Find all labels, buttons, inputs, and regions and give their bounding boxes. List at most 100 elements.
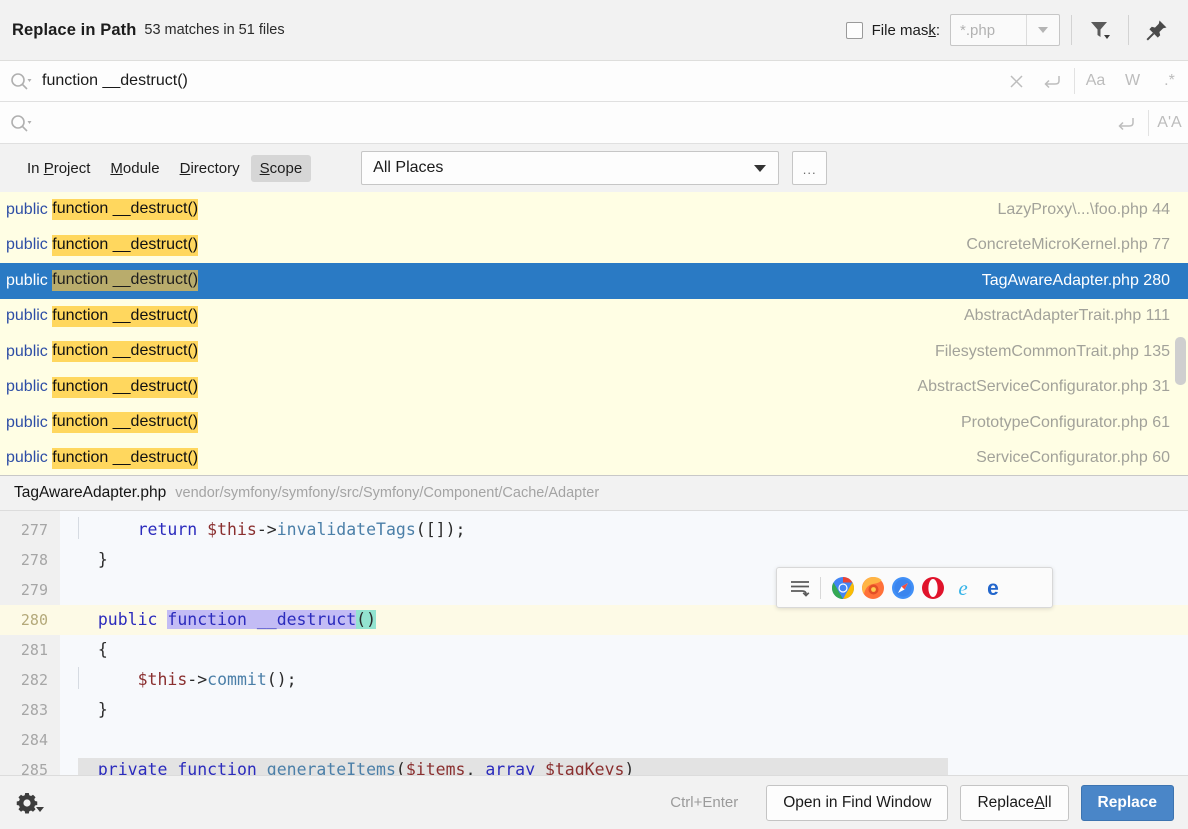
replace-button[interactable]: Replace: [1080, 784, 1174, 821]
table-row[interactable]: public function __destruct() PrototypeCo…: [0, 405, 1188, 441]
scope-tab-directory[interactable]: Directory: [171, 155, 249, 182]
match-case-toggle[interactable]: Aa: [1077, 68, 1114, 94]
file-mask-combo[interactable]: *.php: [950, 14, 1060, 46]
replace-input[interactable]: [42, 113, 1108, 132]
table-row[interactable]: public function __destruct() LazyProxy\.…: [0, 192, 1188, 228]
match-count-label: 53 matches in 51 files: [144, 22, 285, 38]
result-location: AbstractServiceConfigurator.php 31: [917, 378, 1170, 396]
file-mask-label: File mask:: [871, 21, 940, 39]
line-number-current: 280: [0, 605, 60, 635]
search-toggles: Aa W .*: [1074, 68, 1188, 94]
code-lines[interactable]: return $this->invalidateTags([]); } publ…: [60, 511, 1188, 775]
preview-filepath: vendor/symfony/symfony/src/Symfony/Compo…: [175, 485, 600, 501]
toolbar-divider: [1071, 15, 1072, 45]
result-location: FilesystemCommonTrait.php 135: [934, 342, 1170, 360]
line-number: 284: [20, 731, 48, 749]
code-preview[interactable]: 277 278 279 280 281 282 283 284 285 retu…: [0, 511, 1188, 775]
line-number: 282: [20, 671, 48, 689]
result-code: public function __destruct(): [6, 270, 199, 292]
code-line-277: return $this->invalidateTags([]);: [60, 515, 1188, 545]
words-toggle[interactable]: W: [1114, 68, 1151, 94]
edge-icon[interactable]: e: [978, 573, 1008, 603]
table-row[interactable]: public function __destruct() AbstractSer…: [0, 370, 1188, 406]
table-row[interactable]: public function __destruct() FilesystemC…: [0, 334, 1188, 370]
result-location: AbstractAdapterTrait.php 111: [963, 307, 1170, 325]
history-return-icon-replace[interactable]: [1108, 102, 1144, 143]
line-number: 279: [20, 581, 48, 599]
table-row[interactable]: public function __destruct() ServiceConf…: [0, 441, 1188, 476]
file-mask-value: *.php: [960, 21, 996, 39]
scope-tab-scope[interactable]: Scope: [250, 154, 312, 182]
line-number: 283: [20, 701, 48, 719]
line-number: 277: [20, 521, 48, 539]
replace-row-actions: A'A: [1108, 102, 1188, 143]
result-location: ConcreteMicroKernel.php 77: [966, 236, 1170, 254]
preserve-case-toggle[interactable]: A'A: [1151, 110, 1188, 136]
code-line-285: private function generateItems($items, a…: [60, 755, 1188, 775]
code-line-282: $this->commit();: [60, 665, 1188, 695]
gear-icon[interactable]: [14, 786, 48, 820]
preview-header: TagAwareAdapter.php vendor/symfony/symfo…: [0, 476, 1188, 511]
search-row-actions: Aa W .*: [998, 61, 1188, 101]
result-code: public function __destruct(): [6, 305, 199, 327]
result-location: LazyProxy\...\foo.php 44: [997, 200, 1170, 218]
opera-icon[interactable]: [918, 573, 948, 603]
replace-in-path-dialog: Replace in Path 53 matches in 51 files F…: [0, 0, 1188, 829]
pin-icon[interactable]: [1140, 13, 1174, 47]
safari-icon[interactable]: [888, 573, 918, 603]
scope-tab-in-project[interactable]: In Project: [18, 155, 99, 182]
scope-tab-module[interactable]: Module: [101, 155, 168, 182]
code-line-283: }: [97, 700, 108, 719]
result-code: public function __destruct(): [6, 341, 199, 363]
result-location: PrototypeConfigurator.php 61: [960, 413, 1170, 431]
soft-wrap-icon[interactable]: [785, 573, 815, 603]
replace-all-button[interactable]: Replace All: [960, 784, 1069, 821]
shortcut-hint: Ctrl+Enter: [670, 794, 739, 811]
result-code: public function __destruct(): [6, 234, 199, 256]
history-return-icon[interactable]: [1034, 61, 1070, 101]
open-in-browser-popup[interactable]: e e: [776, 567, 1053, 608]
result-code: public function __destruct(): [6, 447, 199, 469]
svg-text:e: e: [958, 576, 967, 600]
table-row[interactable]: public function __destruct() ConcreteMic…: [0, 228, 1188, 264]
table-row-selected[interactable]: public function __destruct() TagAwareAda…: [0, 263, 1188, 299]
dialog-titlebar: Replace in Path 53 matches in 51 files F…: [0, 0, 1188, 61]
regex-toggle[interactable]: .*: [1151, 68, 1188, 94]
svg-text:e: e: [987, 577, 999, 600]
results-list[interactable]: public function __destruct() LazyProxy\.…: [0, 192, 1188, 476]
line-number-gutter: 277 278 279 280 281 282 283 284 285: [0, 511, 60, 775]
chevron-down-icon[interactable]: [1026, 15, 1059, 45]
result-code: public function __destruct(): [6, 376, 199, 398]
dialog-button-bar: Ctrl+Enter Open in Find Window Replace A…: [0, 775, 1188, 829]
filter-icon[interactable]: [1083, 13, 1117, 47]
close-icon[interactable]: [998, 61, 1034, 101]
open-in-find-window-button[interactable]: Open in Find Window: [766, 784, 949, 821]
results-scrollbar[interactable]: [1175, 337, 1186, 385]
scope-bar: In Project Module Directory Scope All Pl…: [0, 144, 1188, 192]
table-row[interactable]: public function __destruct() AbstractAda…: [0, 299, 1188, 335]
result-location: ServiceConfigurator.php 60: [976, 449, 1170, 467]
line-number: 278: [20, 551, 48, 569]
places-dropdown[interactable]: All Places: [361, 151, 780, 185]
chevron-down-icon-places[interactable]: [742, 164, 778, 172]
search-icon[interactable]: [0, 72, 42, 90]
page-title: Replace in Path: [12, 20, 137, 39]
replace-toggles: A'A: [1148, 109, 1188, 136]
toolbar-divider-2: [1128, 15, 1129, 45]
preview-filename: TagAwareAdapter.php: [14, 484, 167, 501]
search-input[interactable]: [42, 72, 998, 90]
browse-scope-button[interactable]: ...: [792, 151, 828, 185]
result-location: TagAwareAdapter.php 280: [981, 271, 1170, 289]
internet-explorer-icon[interactable]: e: [948, 573, 978, 603]
code-line-281: {: [97, 640, 108, 659]
chrome-icon[interactable]: [828, 573, 858, 603]
replace-row: A'A: [0, 102, 1188, 144]
code-line-280: public function __destruct(): [60, 605, 1188, 635]
popup-divider: [820, 576, 821, 599]
search-icon-replace[interactable]: [0, 114, 42, 132]
firefox-icon[interactable]: [858, 573, 888, 603]
line-number: 281: [20, 641, 48, 659]
file-mask-checkbox[interactable]: [845, 21, 863, 39]
line-number: 285: [20, 761, 48, 775]
